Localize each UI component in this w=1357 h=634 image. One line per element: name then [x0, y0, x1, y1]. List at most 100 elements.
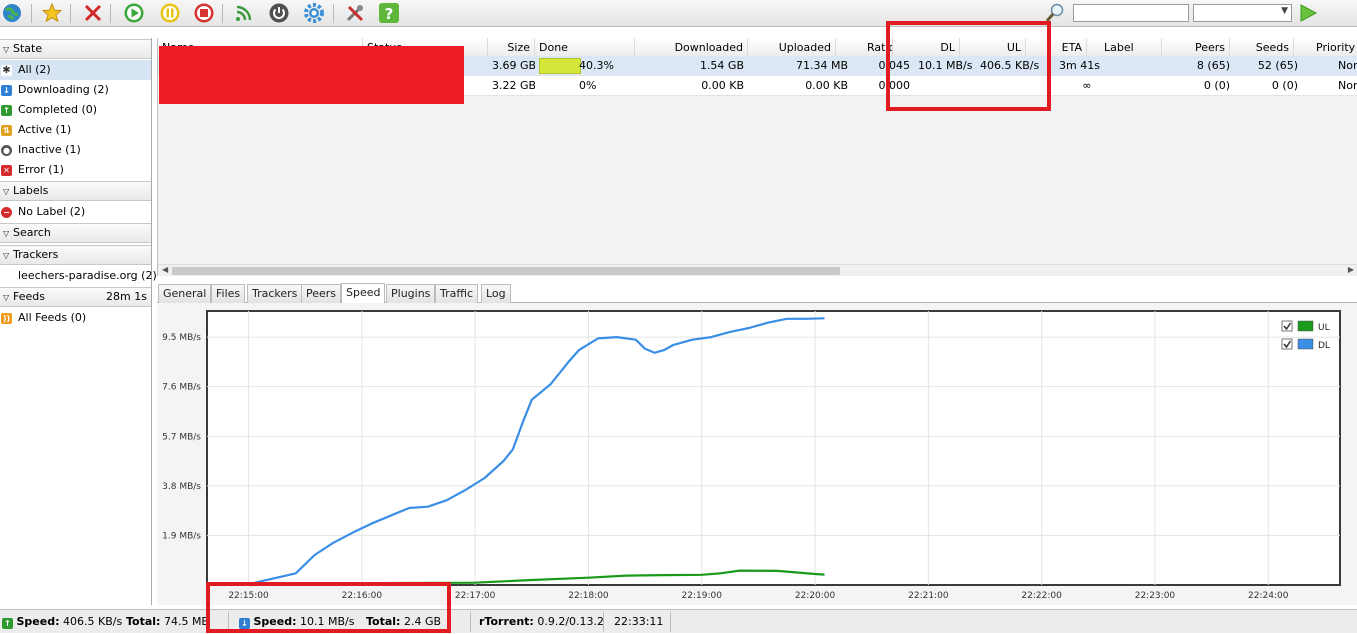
y-tick-label: 1.9 MB/s [162, 531, 201, 541]
sidebar-item-all-feeds[interactable]: )) All Feeds (0) [0, 308, 151, 328]
stop-icon[interactable] [193, 2, 215, 24]
help-icon[interactable]: ? [378, 2, 400, 24]
inactive-icon: ● [1, 145, 12, 156]
tab-trackers[interactable]: Trackers [247, 284, 303, 303]
legend-label: DL [1318, 341, 1330, 351]
upload-icon: ↑ [2, 618, 13, 629]
sidebar-item-active[interactable]: ⇅ Active (1) [0, 120, 151, 140]
downloading-icon: ↓ [1, 85, 12, 96]
torrent-peers: 0 (0) [1203, 79, 1230, 92]
tab-speed[interactable]: Speed [341, 283, 386, 304]
collapse-icon: ▽ [3, 251, 10, 260]
legend-swatch [1297, 338, 1314, 350]
tab-log[interactable]: Log [481, 284, 511, 303]
horizontal-scrollbar[interactable]: ◀ ▶ [158, 264, 1357, 276]
tab-traffic[interactable]: Traffic [435, 284, 479, 303]
pause-icon[interactable] [159, 2, 181, 24]
settings-icon[interactable] [303, 2, 325, 24]
search-icon[interactable] [1044, 2, 1066, 24]
sidebar-item-no-label[interactable]: − No Label (2) [0, 202, 151, 222]
column-header-priority[interactable]: Priority [1312, 38, 1357, 57]
column-header-done[interactable]: Done [535, 38, 635, 57]
torrent-ul-speed [976, 76, 1040, 96]
sidebar-item-inactive[interactable]: ● Inactive (1) [0, 140, 151, 160]
x-tick-label: 22:16:00 [342, 591, 383, 601]
status-bar: ↑ Speed: 406.5 KB/s Total: 74.5 MB ↓ Spe… [0, 609, 1357, 633]
column-header-size[interactable]: Size [488, 38, 535, 57]
collapse-icon: ▽ [3, 45, 10, 54]
torrent-size: 3.69 GB [492, 59, 535, 72]
y-tick-label: 5.7 MB/s [162, 432, 201, 442]
column-header-downloaded[interactable]: Downloaded [635, 38, 748, 57]
sidebar: ▽ State ✱ All (2) ↓ Downloading (2) ↑ Com… [0, 38, 157, 605]
tab-general[interactable]: General [158, 284, 212, 303]
torrent-downloaded: 1.54 GB [699, 59, 744, 72]
status-ul-total: Total: 74.5 MB [126, 615, 209, 628]
torrent-size: 3.22 GB [492, 79, 535, 92]
sidebar-category-state[interactable]: ▽ State [0, 39, 151, 59]
torrent-done: 40.3% [579, 59, 614, 72]
svg-text:?: ? [385, 5, 394, 23]
column-header-ul[interactable]: UL [960, 38, 1026, 57]
collapse-icon: ▽ [3, 187, 10, 196]
redacted-name-block [159, 46, 464, 104]
column-header-peers[interactable]: Peers [1162, 38, 1230, 57]
torrent-label [1104, 76, 1162, 96]
scroll-left-icon[interactable]: ◀ [162, 265, 168, 274]
torrent-peers: 8 (65) [1196, 59, 1230, 72]
remove-icon[interactable] [82, 2, 104, 24]
y-tick-label: 7.6 MB/s [162, 383, 201, 393]
collapse-icon: ▽ [3, 229, 10, 238]
tab-plugins[interactable]: Plugins [386, 284, 436, 303]
status-dl-speed: 10.1 MB/s [300, 615, 355, 628]
y-tick-label: 3.8 MB/s [162, 482, 201, 492]
y-tick-label: 9.5 MB/s [162, 333, 201, 343]
column-header-dl[interactable]: DL [908, 38, 960, 57]
torrent-uploaded: 71.34 MB [795, 59, 848, 72]
tab-peers[interactable]: Peers [301, 284, 342, 303]
sidebar-item-error[interactable]: ✕ Error (1) [0, 160, 151, 180]
tab-files[interactable]: Files [211, 284, 246, 303]
x-tick-label: 22:15:00 [228, 591, 269, 601]
power-icon[interactable] [268, 2, 290, 24]
go-icon[interactable] [1297, 2, 1319, 24]
rss-icon[interactable] [233, 2, 255, 24]
sidebar-category-labels[interactable]: ▽ Labels [0, 181, 151, 201]
tools-icon[interactable] [344, 2, 366, 24]
completed-icon: ↑ [1, 105, 12, 116]
torrent-seeds: 0 (0) [1271, 79, 1298, 92]
all-icon: ✱ [1, 65, 12, 76]
x-tick-label: 22:17:00 [455, 591, 496, 601]
search-engine-select[interactable]: ▼ [1193, 4, 1292, 22]
no-label-icon: − [1, 207, 12, 218]
torrent-priority: Normal [1338, 79, 1357, 92]
sidebar-item-tracker[interactable]: leechers-paradise.org (2) [0, 266, 157, 286]
toolbar: ? ▼ [0, 0, 1357, 27]
sidebar-category-search[interactable]: ▽ Search [0, 223, 151, 243]
search-input[interactable] [1073, 4, 1189, 22]
sidebar-item-downloading[interactable]: ↓ Downloading (2) [0, 80, 151, 100]
sidebar-item-completed[interactable]: ↑ Completed (0) [0, 100, 151, 120]
download-icon: ↓ [239, 618, 250, 629]
status-dl-total: Total: 2.4 GB [366, 615, 442, 628]
column-header-ratio[interactable]: Ratio [863, 38, 893, 57]
column-header-label[interactable]: Label [1100, 38, 1162, 57]
plot-area [206, 310, 1341, 586]
error-icon: ✕ [1, 165, 12, 176]
column-header-eta[interactable]: ETA [1037, 38, 1087, 57]
star-icon[interactable] [41, 2, 63, 24]
sidebar-item-all[interactable]: ✱ All (2) [0, 60, 151, 80]
scroll-right-icon[interactable]: ▶ [1348, 265, 1354, 274]
column-header-uploaded[interactable]: Uploaded [748, 38, 836, 57]
column-header-seeds[interactable]: Seeds [1230, 38, 1294, 57]
legend-swatch [1297, 320, 1314, 332]
torrent-dl-speed [914, 76, 976, 96]
scrollbar-thumb[interactable] [172, 267, 840, 275]
torrent-done: 0% [579, 79, 597, 92]
torrent-ratio: 0.045 [878, 59, 911, 72]
sidebar-category-feeds[interactable]: ▽ Feeds 28m 1s [0, 287, 151, 307]
sidebar-category-trackers[interactable]: ▽ Trackers [0, 245, 151, 265]
collapse-icon: ▽ [3, 293, 10, 302]
start-icon[interactable] [123, 2, 145, 24]
globe-icon[interactable] [1, 2, 23, 24]
